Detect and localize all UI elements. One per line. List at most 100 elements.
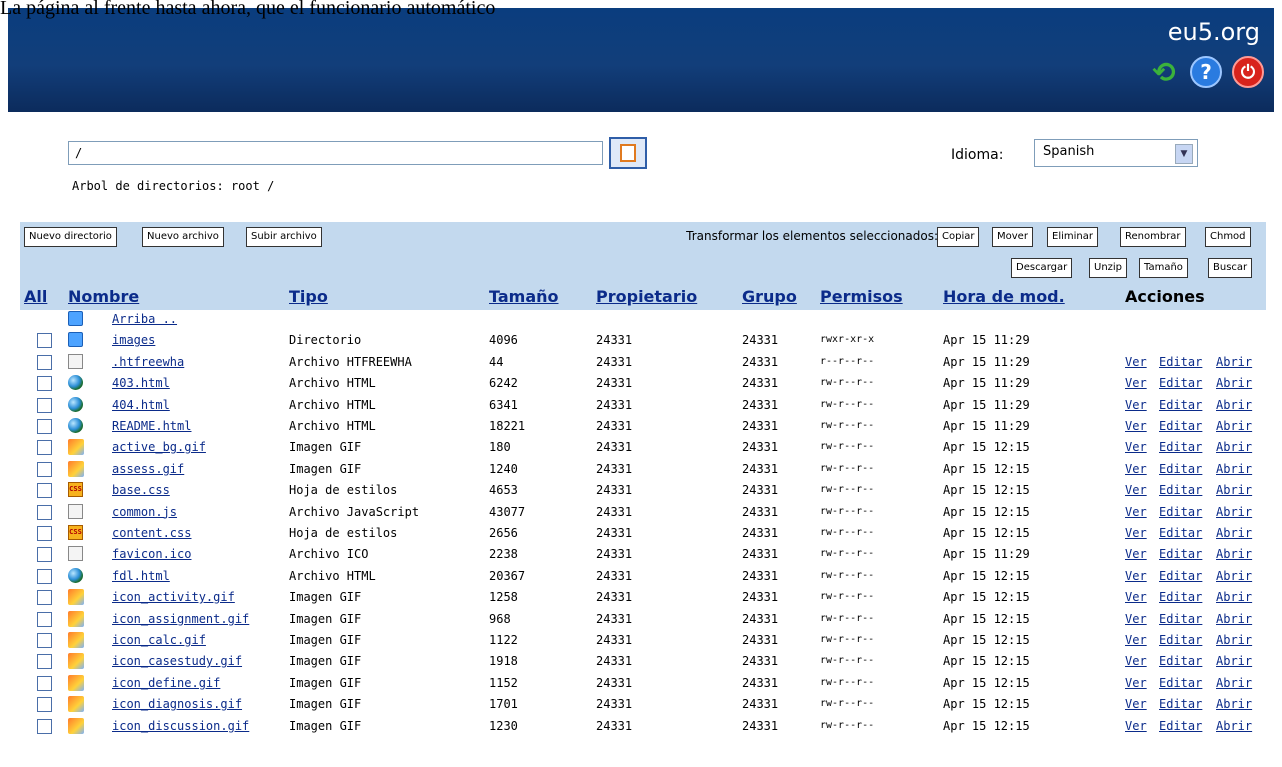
refresh-icon[interactable]: ⟲ xyxy=(1148,56,1180,89)
row-checkbox[interactable] xyxy=(37,590,52,606)
view-link[interactable]: Ver xyxy=(1125,547,1147,561)
view-link[interactable]: Ver xyxy=(1125,654,1147,668)
file-name-link[interactable]: Arriba .. xyxy=(112,312,177,326)
search-button[interactable]: Buscar xyxy=(1208,258,1253,278)
col-type[interactable]: Tipo xyxy=(289,287,328,309)
row-checkbox[interactable] xyxy=(37,397,52,413)
open-link[interactable]: Abrir xyxy=(1216,547,1252,561)
view-link[interactable]: Ver xyxy=(1125,676,1147,690)
view-link[interactable]: Ver xyxy=(1125,398,1147,412)
row-checkbox[interactable] xyxy=(37,718,52,734)
open-link[interactable]: Abrir xyxy=(1216,440,1252,454)
open-link[interactable]: Abrir xyxy=(1216,719,1252,733)
view-link[interactable]: Ver xyxy=(1125,569,1147,583)
row-checkbox[interactable] xyxy=(37,461,52,477)
file-name-link[interactable]: fdl.html xyxy=(112,569,170,583)
col-name[interactable]: Nombre xyxy=(68,287,139,309)
edit-link[interactable]: Editar xyxy=(1159,676,1202,690)
row-checkbox[interactable] xyxy=(37,376,52,392)
row-checkbox[interactable] xyxy=(37,547,52,563)
edit-link[interactable]: Editar xyxy=(1159,419,1202,433)
language-select[interactable]: Spanish ▼ xyxy=(1034,139,1198,167)
file-name-link[interactable]: 404.html xyxy=(112,398,170,412)
view-link[interactable]: Ver xyxy=(1125,505,1147,519)
file-name-link[interactable]: 403.html xyxy=(112,376,170,390)
help-icon[interactable]: ? xyxy=(1190,56,1222,88)
new-file-button[interactable]: Nuevo archivo xyxy=(142,227,224,247)
open-link[interactable]: Abrir xyxy=(1216,419,1252,433)
file-name-link[interactable]: .htfreewha xyxy=(112,355,184,369)
open-link[interactable]: Abrir xyxy=(1216,526,1252,540)
file-name-link[interactable]: icon_calc.gif xyxy=(112,633,206,647)
file-name-link[interactable]: README.html xyxy=(112,419,191,433)
edit-link[interactable]: Editar xyxy=(1159,440,1202,454)
chmod-button[interactable]: Chmod xyxy=(1205,227,1251,247)
edit-link[interactable]: Editar xyxy=(1159,526,1202,540)
download-button[interactable]: Descargar xyxy=(1011,258,1073,278)
view-link[interactable]: Ver xyxy=(1125,483,1147,497)
view-link[interactable]: Ver xyxy=(1125,697,1147,711)
row-checkbox[interactable] xyxy=(37,633,52,648)
open-link[interactable]: Abrir xyxy=(1216,355,1252,369)
file-name-link[interactable]: images xyxy=(112,333,155,347)
file-name-link[interactable]: icon_diagnosis.gif xyxy=(112,697,242,711)
row-checkbox[interactable] xyxy=(37,568,52,584)
edit-link[interactable]: Editar xyxy=(1159,612,1202,626)
edit-link[interactable]: Editar xyxy=(1159,719,1202,733)
rename-button[interactable]: Renombrar xyxy=(1120,227,1186,247)
unzip-button[interactable]: Unzip xyxy=(1089,258,1128,278)
open-link[interactable]: Abrir xyxy=(1216,590,1252,604)
open-link[interactable]: Abrir xyxy=(1216,376,1252,390)
edit-link[interactable]: Editar xyxy=(1159,547,1202,561)
path-input[interactable]: / xyxy=(68,141,603,165)
edit-link[interactable]: Editar xyxy=(1159,590,1202,604)
col-modified[interactable]: Hora de mod. xyxy=(943,287,1065,309)
row-checkbox[interactable] xyxy=(37,675,52,691)
open-link[interactable]: Abrir xyxy=(1216,398,1252,412)
row-checkbox[interactable] xyxy=(37,483,52,499)
file-name-link[interactable]: common.js xyxy=(112,505,177,519)
row-checkbox[interactable] xyxy=(37,697,52,713)
open-link[interactable]: Abrir xyxy=(1216,569,1252,583)
edit-link[interactable]: Editar xyxy=(1159,697,1202,711)
directory-tree-button[interactable] xyxy=(609,137,647,169)
open-link[interactable]: Abrir xyxy=(1216,697,1252,711)
view-link[interactable]: Ver xyxy=(1125,419,1147,433)
col-group[interactable]: Grupo xyxy=(742,287,797,309)
col-size[interactable]: Tamaño xyxy=(489,287,559,309)
row-checkbox[interactable] xyxy=(37,504,52,520)
col-perms[interactable]: Permisos xyxy=(820,287,903,309)
row-checkbox[interactable] xyxy=(37,611,52,627)
col-all[interactable]: All xyxy=(24,287,47,309)
view-link[interactable]: Ver xyxy=(1125,462,1147,476)
edit-link[interactable]: Editar xyxy=(1159,355,1202,369)
delete-button[interactable]: Eliminar xyxy=(1047,227,1098,247)
file-name-link[interactable]: active_bg.gif xyxy=(112,440,206,454)
row-checkbox[interactable] xyxy=(37,654,52,670)
upload-file-button[interactable]: Subir archivo xyxy=(246,227,322,247)
size-button[interactable]: Tamaño xyxy=(1139,258,1188,278)
edit-link[interactable]: Editar xyxy=(1159,633,1202,647)
view-link[interactable]: Ver xyxy=(1125,526,1147,540)
edit-link[interactable]: Editar xyxy=(1159,569,1202,583)
col-owner[interactable]: Propietario xyxy=(596,287,697,309)
row-checkbox[interactable] xyxy=(37,440,52,456)
file-name-link[interactable]: favicon.ico xyxy=(112,547,191,561)
row-checkbox[interactable] xyxy=(37,354,52,370)
file-name-link[interactable]: assess.gif xyxy=(112,462,184,476)
file-name-link[interactable]: base.css xyxy=(112,483,170,497)
power-icon[interactable]: ⏻ xyxy=(1232,56,1264,88)
view-link[interactable]: Ver xyxy=(1125,376,1147,390)
view-link[interactable]: Ver xyxy=(1125,590,1147,604)
new-directory-button[interactable]: Nuevo directorio xyxy=(24,227,117,247)
row-checkbox[interactable] xyxy=(37,333,52,349)
view-link[interactable]: Ver xyxy=(1125,612,1147,626)
open-link[interactable]: Abrir xyxy=(1216,483,1252,497)
file-name-link[interactable]: icon_casestudy.gif xyxy=(112,654,242,668)
file-name-link[interactable]: icon_assignment.gif xyxy=(112,612,249,626)
file-name-link[interactable]: icon_define.gif xyxy=(112,676,220,690)
move-button[interactable]: Mover xyxy=(992,227,1033,247)
view-link[interactable]: Ver xyxy=(1125,355,1147,369)
file-name-link[interactable]: icon_discussion.gif xyxy=(112,719,249,733)
open-link[interactable]: Abrir xyxy=(1216,462,1252,476)
